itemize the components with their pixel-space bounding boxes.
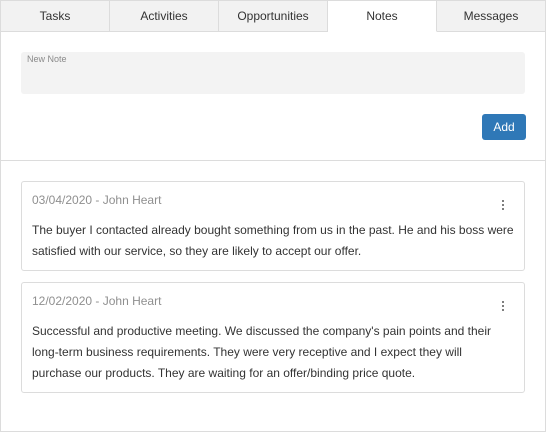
- tab-bar: Tasks Activities Opportunities Notes Mes…: [1, 1, 545, 32]
- more-vertical-icon[interactable]: [498, 196, 508, 214]
- notes-panel: Tasks Activities Opportunities Notes Mes…: [0, 0, 546, 432]
- note-text: The buyer I contacted already bought som…: [32, 223, 514, 258]
- add-note-button[interactable]: Add: [482, 114, 526, 140]
- new-note-section: New Note Add: [1, 32, 545, 161]
- new-note-label: New Note: [27, 54, 67, 64]
- tab-tasks[interactable]: Tasks: [1, 1, 110, 31]
- tab-messages[interactable]: Messages: [437, 1, 545, 31]
- note-meta: 03/04/2020 - John Heart: [32, 193, 162, 207]
- more-vertical-icon[interactable]: [498, 297, 508, 315]
- new-note-field[interactable]: New Note: [21, 52, 525, 94]
- notes-list: 03/04/2020 - John Heart The buyer I cont…: [1, 161, 545, 393]
- note-card: 12/02/2020 - John Heart Successful and p…: [21, 282, 525, 393]
- new-note-input[interactable]: [21, 64, 525, 92]
- note-card: 03/04/2020 - John Heart The buyer I cont…: [21, 181, 525, 271]
- tab-notes[interactable]: Notes: [328, 1, 437, 32]
- note-meta: 12/02/2020 - John Heart: [32, 294, 162, 308]
- note-text: Successful and productive meeting. We di…: [32, 324, 491, 380]
- tab-activities[interactable]: Activities: [110, 1, 219, 31]
- tab-opportunities[interactable]: Opportunities: [219, 1, 328, 31]
